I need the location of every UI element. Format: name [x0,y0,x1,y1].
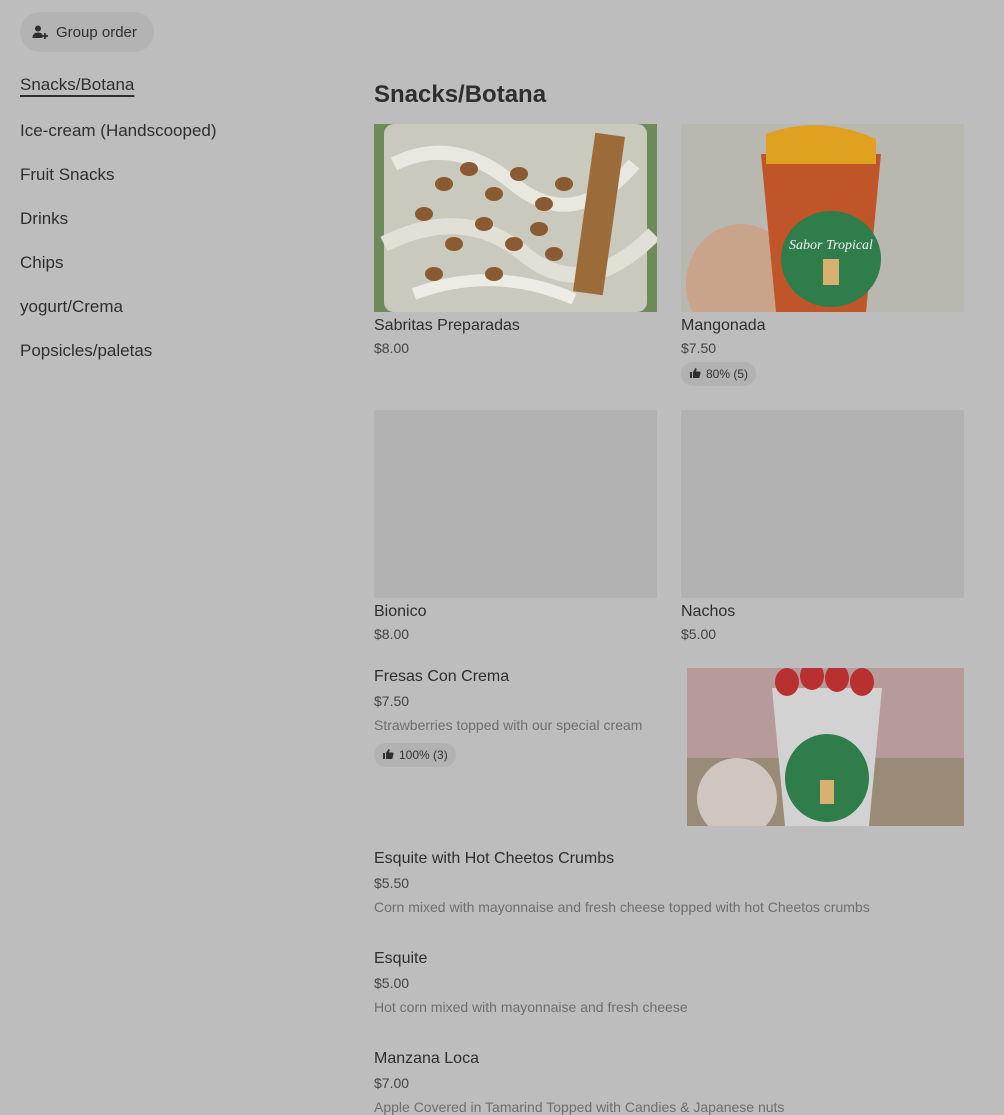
menu-list-item[interactable]: Manzana Loca $7.00 Apple Covered in Tama… [374,1050,964,1115]
menu-section: Snacks/Botana [374,74,964,112]
group-order-label: Group order [56,23,137,41]
sidebar-item-snacks-botana[interactable]: Snacks/Botana [20,74,340,96]
rating-badge: 100% (3) [374,743,456,767]
rating-text: 80% (5) [706,367,749,381]
add-person-icon [32,24,48,40]
item-description: Corn mixed with mayonnaise and fresh che… [374,899,870,915]
thumbs-up-icon [382,748,394,763]
menu-list-item[interactable]: Esquite $5.00 Hot corn mixed with mayonn… [374,950,964,1015]
item-description: Apple Covered in Tamarind Topped with Ca… [374,1099,785,1115]
rating-badge: 80% (5) [681,362,757,386]
thumbs-up-icon [689,367,701,382]
item-price: $5.50 [374,875,410,891]
sidebar-item-chips[interactable]: Chips [20,252,340,274]
item-image [687,668,964,826]
item-price: $8.00 [374,340,410,356]
menu-item-card[interactable]: Nachos $5.00 [681,410,964,642]
item-price: $8.00 [374,626,410,642]
item-image: Sabor Tropical [681,124,964,312]
item-price: $7.50 [681,340,717,356]
rating-text: 100% (3) [399,748,448,762]
category-sidebar: Snacks/Botana Ice-cream (Handscooped) Fr… [20,74,340,384]
sidebar-item-fruit-snacks[interactable]: Fruit Snacks [20,164,340,186]
sidebar-item-drinks[interactable]: Drinks [20,208,340,230]
section-title: Snacks/Botana [374,81,547,108]
item-price: $5.00 [374,975,410,991]
item-name: Manzana Loca [374,1050,479,1067]
item-name: Mangonada [681,317,766,334]
menu-item-card[interactable]: Sabritas Preparadas $8.00 [374,124,657,356]
item-description: Hot corn mixed with mayonnaise and fresh… [374,999,688,1015]
item-name: Sabritas Preparadas [374,317,520,334]
item-name: Nachos [681,603,736,620]
item-image-placeholder [681,410,964,598]
menu-item-card[interactable]: Bionico $8.00 [374,410,657,642]
menu-item-card[interactable]: Sabor Tropical Mangonada $7.50 80% (5) [681,124,964,386]
item-price: $7.00 [374,1075,410,1091]
sidebar-item-popsicles[interactable]: Popsicles/paletas [20,340,340,362]
item-name: Esquite [374,950,428,967]
cup-logo-text: Sabor Tropical [789,238,873,253]
sidebar-item-ice-cream[interactable]: Ice-cream (Handscooped) [20,120,340,142]
menu-list-item[interactable]: Esquite with Hot Cheetos Crumbs $5.50 Co… [374,850,964,915]
item-image [374,124,657,312]
sidebar-item-yogurt-crema[interactable]: yogurt/Crema [20,296,340,318]
group-order-button[interactable]: Group order [20,12,154,52]
item-name: Bionico [374,603,427,620]
item-price: $5.00 [681,626,717,642]
item-name: Esquite with Hot Cheetos Crumbs [374,850,615,867]
item-image-placeholder [374,410,657,598]
